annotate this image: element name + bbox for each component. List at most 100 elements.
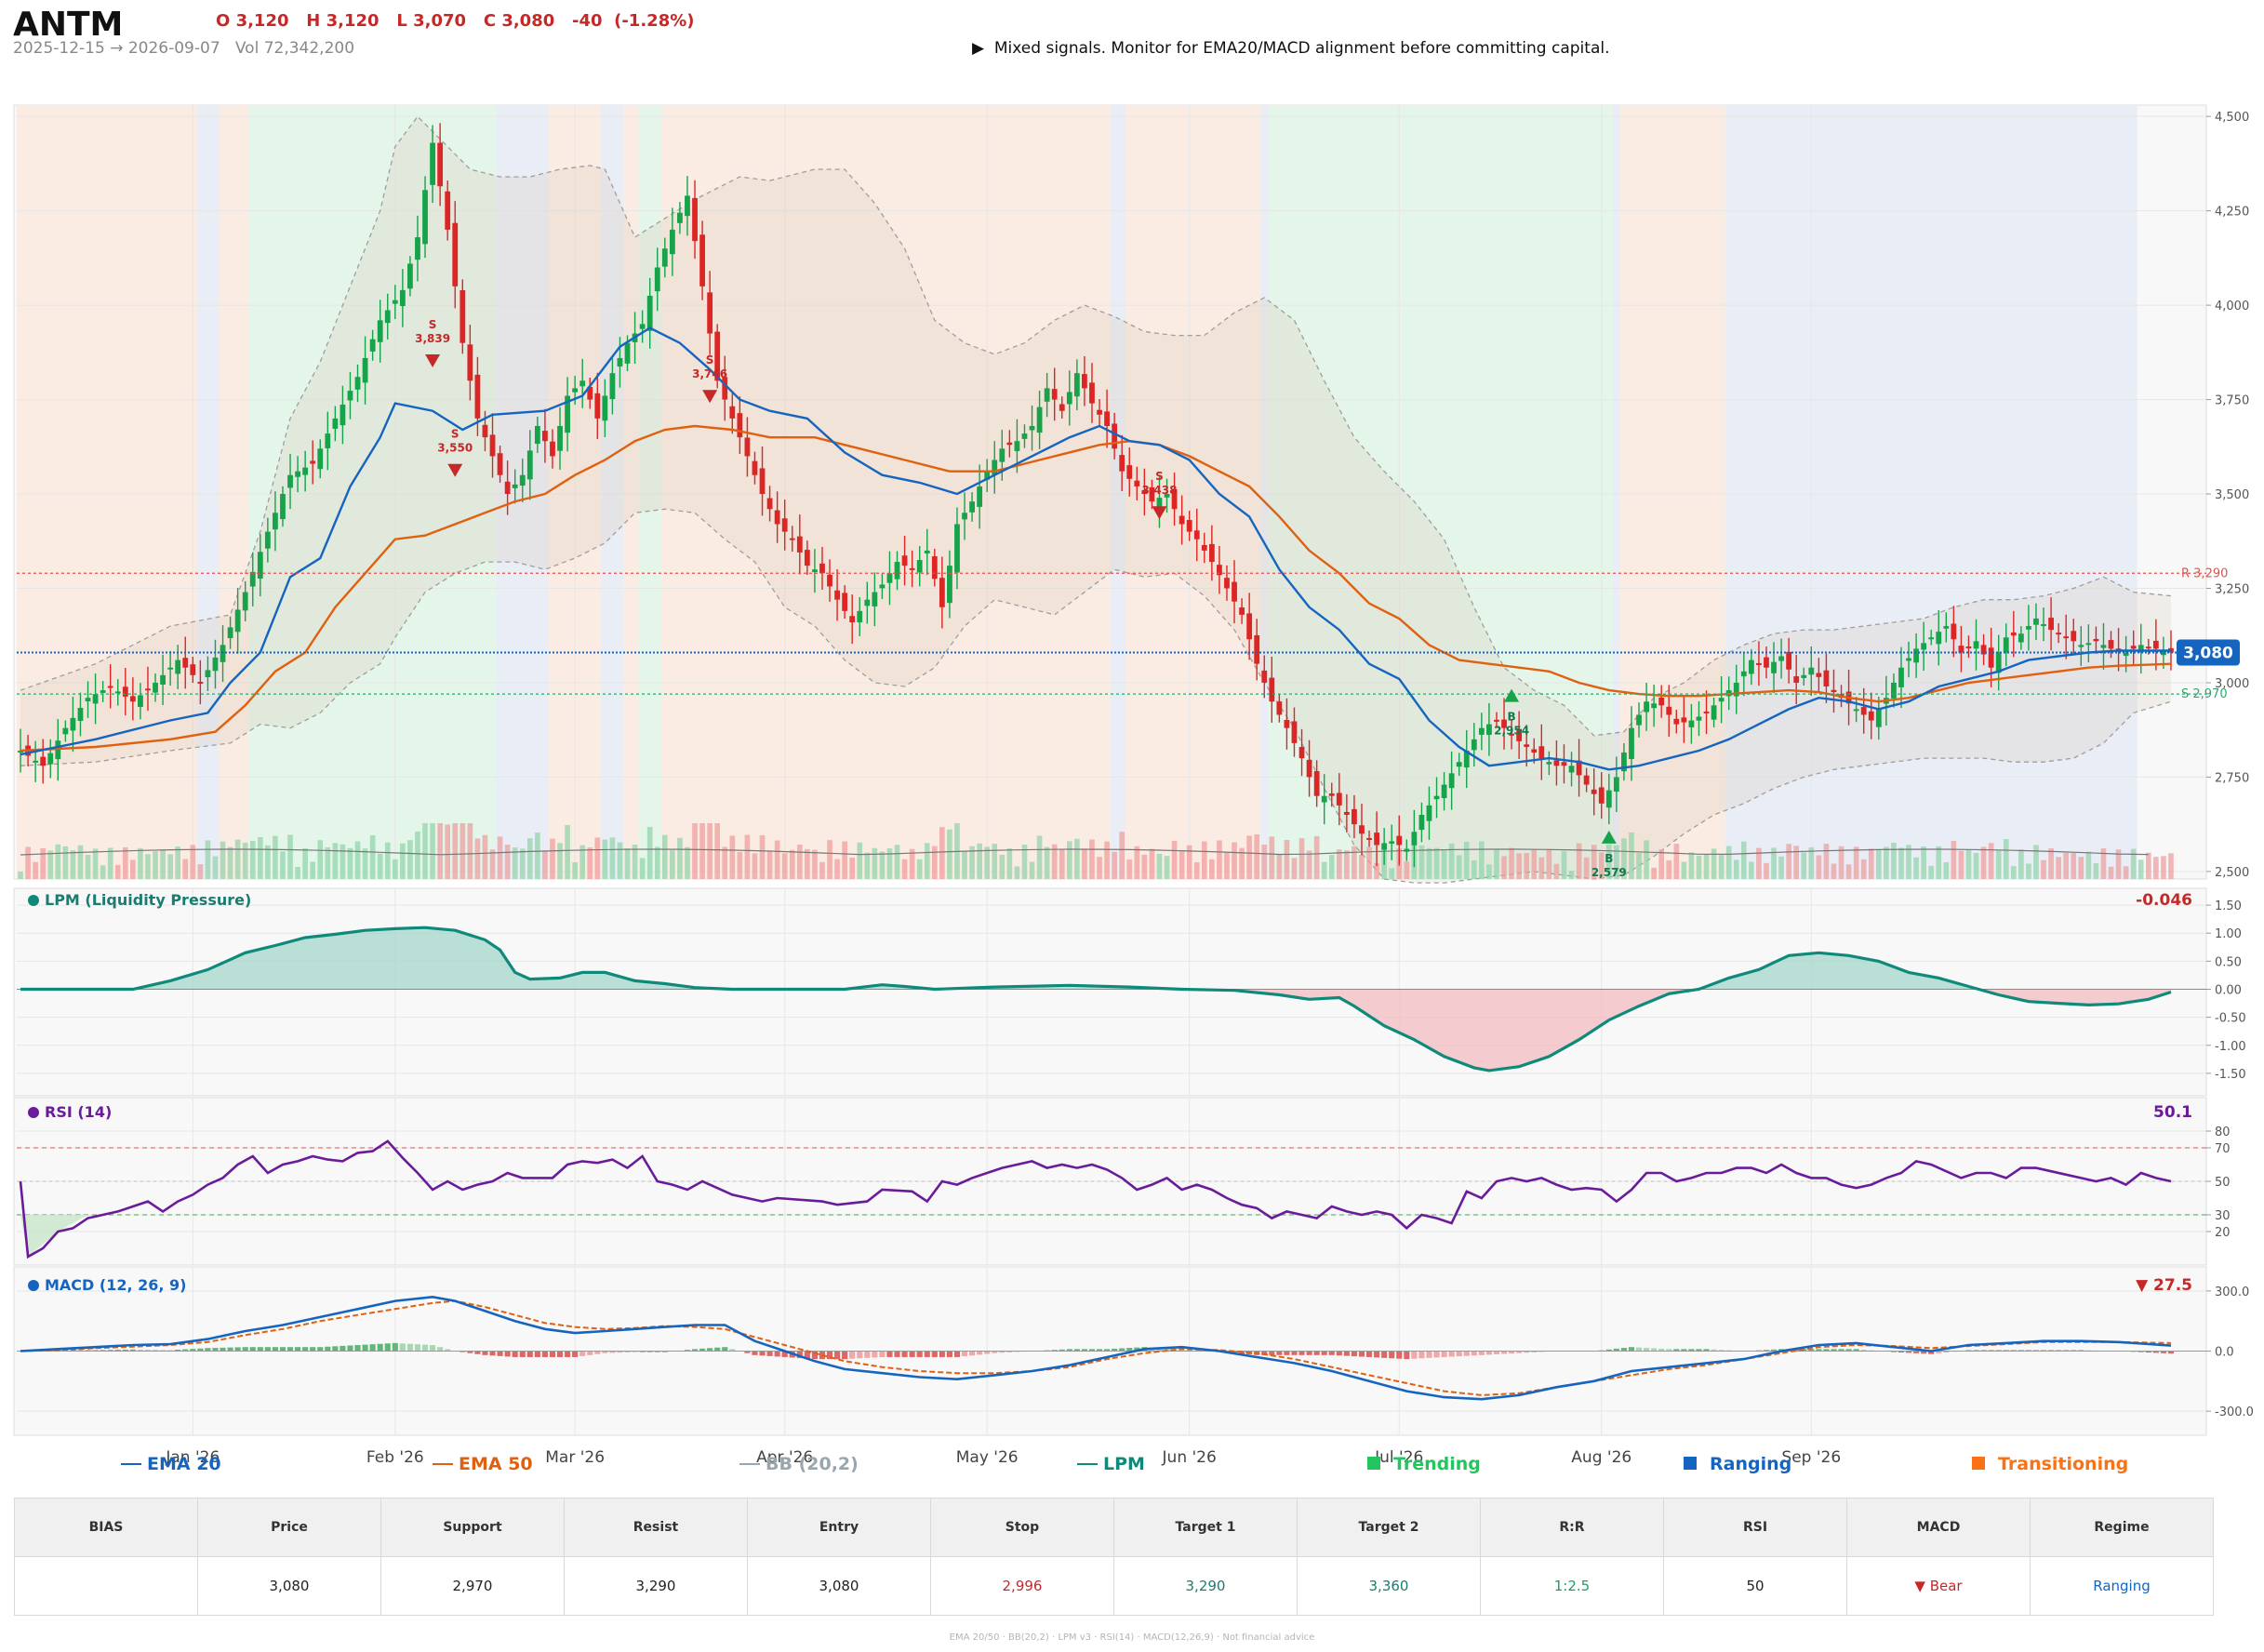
candle-body <box>1352 808 1357 825</box>
volume-bar <box>1651 867 1657 879</box>
rsi-title-dot <box>28 1107 39 1118</box>
candle-body <box>212 657 219 672</box>
volume-bar <box>1441 850 1447 879</box>
volume-bar <box>737 851 743 879</box>
volume-bar <box>1860 859 1867 879</box>
candle-body <box>2026 626 2031 630</box>
volume-bar <box>2010 866 2017 879</box>
macd-histogram-bar <box>587 1351 593 1355</box>
candle-body <box>1973 641 1979 649</box>
volume-bar <box>654 846 660 879</box>
candle-body <box>497 453 503 475</box>
candle-body <box>1771 661 1777 673</box>
volume-bar <box>677 837 683 879</box>
macd-histogram-bar <box>752 1351 758 1355</box>
volume-bar <box>1681 861 1687 879</box>
candle-body <box>33 760 39 763</box>
candle-body <box>849 616 856 623</box>
volume-bar <box>1943 861 1950 879</box>
value-target-2: 3,360 <box>1297 1556 1481 1616</box>
candle-body <box>624 342 631 364</box>
candle-body <box>1651 703 1658 709</box>
volume-bar <box>1089 839 1095 879</box>
volume-bar <box>1524 853 1530 879</box>
volume-bar <box>1269 836 1275 879</box>
volume-bar <box>205 840 211 879</box>
macd-histogram-bar <box>377 1343 383 1352</box>
volume-bar <box>452 823 459 879</box>
volume-bar <box>2003 839 2009 879</box>
candle-body <box>1853 709 1859 712</box>
macd-histogram-bar <box>1276 1351 1283 1355</box>
volume-bar <box>1171 840 1178 879</box>
volume-bar <box>1793 846 1800 879</box>
volume-bar <box>1321 861 1327 879</box>
price-axis-tick-label-4: 3,500 <box>2215 488 2249 502</box>
volume-bar <box>1014 866 1020 879</box>
volume-bar <box>1463 841 1470 879</box>
volume-bar <box>55 844 61 879</box>
candle-body <box>1644 701 1649 713</box>
candle-body <box>257 552 263 580</box>
candle-body <box>1119 455 1125 472</box>
candle-body <box>1126 465 1133 479</box>
volume-bar <box>497 836 503 879</box>
candle-body <box>812 569 818 573</box>
candle-body <box>1538 746 1545 759</box>
candle-body <box>579 380 586 387</box>
candle-body <box>122 686 128 697</box>
macd-histogram-bar <box>774 1351 780 1357</box>
candle-body <box>430 142 435 185</box>
volume-bar <box>1629 832 1634 879</box>
candle-body <box>445 191 451 230</box>
candle-body <box>1711 705 1717 720</box>
candle-body <box>1381 843 1388 850</box>
candle-body <box>1740 671 1747 677</box>
summary-value-row: NEUTRAL 3,080 2,970 3,290 3,080 2,996 3,… <box>14 1556 2214 1616</box>
candle-body <box>1591 789 1597 794</box>
volume-bar <box>1448 843 1455 879</box>
macd-histogram-bar <box>399 1343 406 1352</box>
macd-histogram-bar <box>234 1347 241 1352</box>
volume-bar <box>1486 864 1492 879</box>
candle-body <box>654 267 660 292</box>
lpm-axis-tick-label-5: -1.00 <box>2215 1040 2246 1054</box>
candle-body <box>504 481 511 495</box>
candle-body <box>1583 775 1590 785</box>
volume-bar <box>1501 856 1507 879</box>
candle-body <box>1389 841 1395 844</box>
candle-body <box>602 395 608 421</box>
macd-histogram-bar <box>931 1351 938 1357</box>
volume-bar <box>1306 850 1312 879</box>
volume-bar <box>1029 861 1035 879</box>
volume-bar <box>415 831 420 879</box>
volume-bar <box>1471 860 1477 879</box>
candle-body <box>1898 667 1904 687</box>
header-support: Support <box>380 1498 565 1557</box>
volume-bar <box>467 823 473 879</box>
candle-body <box>1441 784 1447 799</box>
candle-body <box>2003 637 2009 653</box>
candle-body <box>1673 718 1680 725</box>
volume-bar <box>931 846 938 879</box>
candle-body <box>512 484 518 488</box>
volume-bar <box>947 829 952 879</box>
volume-bar <box>1538 857 1545 879</box>
candle-body <box>1988 647 1994 668</box>
sell-signal-price-3: 3,438 <box>1141 484 1177 497</box>
candle-body <box>1598 787 1605 804</box>
macd-histogram-bar <box>257 1347 263 1352</box>
candle-body <box>70 717 76 731</box>
volume-bar <box>1006 848 1013 879</box>
candle-body <box>992 460 998 475</box>
buy-signal-letter-5: B <box>1605 852 1613 865</box>
candle-body <box>85 698 91 701</box>
candle-body <box>737 413 743 438</box>
x-tick-label-1: Feb '26 <box>366 1448 424 1467</box>
candle-body <box>1201 544 1207 551</box>
volume-bar <box>1359 854 1365 879</box>
lpm-axis-tick-label-3: 0.00 <box>2215 983 2242 997</box>
volume-bar <box>1276 854 1283 879</box>
macd-histogram-bar <box>497 1351 503 1356</box>
candle-body <box>1928 637 1935 640</box>
